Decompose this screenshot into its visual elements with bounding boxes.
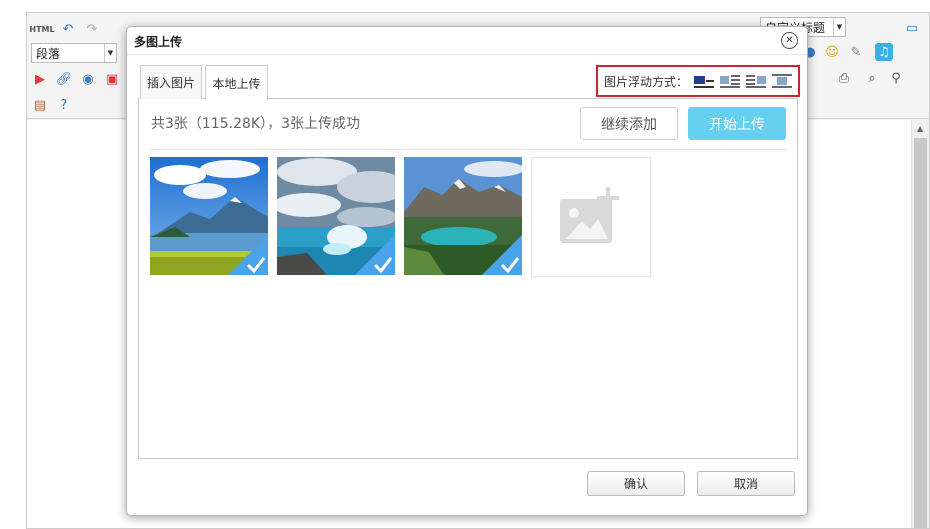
float-center-icon[interactable]	[772, 73, 793, 89]
float-label: 图片浮动方式：	[604, 74, 689, 89]
upload-success-check-icon	[228, 235, 268, 275]
chevron-down-icon: ▼	[104, 44, 116, 62]
scrollbar-thumb[interactable]	[914, 138, 927, 528]
dialog-content: 插入图片 本地上传 图片浮动方式： 共3张（115.28K），3张上传成功 继续…	[138, 65, 800, 459]
redo-icon[interactable]: ↷	[83, 20, 101, 38]
scroll-up-icon[interactable]: ▲	[917, 124, 923, 133]
video-icon[interactable]: ▶	[31, 70, 49, 88]
lake-mountain-image[interactable]	[150, 157, 268, 275]
close-icon[interactable]: ✕	[781, 32, 798, 49]
template-icon[interactable]: ▤	[31, 96, 49, 114]
html-source-icon[interactable]: HTML	[29, 20, 54, 38]
divider	[149, 149, 787, 150]
editor-scrollbar[interactable]: ▲	[911, 120, 929, 528]
cart-icon[interactable]: ▣	[103, 70, 121, 88]
glacier-lake-image[interactable]	[404, 157, 522, 275]
chevron-down-icon: ▼	[833, 18, 845, 36]
tab-insert-image[interactable]: 插入图片	[140, 65, 202, 99]
upload-status-text: 共3张（115.28K），3张上传成功	[151, 116, 360, 132]
tab-local-upload[interactable]: 本地上传	[205, 65, 268, 100]
sea-clouds-image[interactable]	[277, 157, 395, 275]
toolbar-row-4: ▤ ?	[31, 93, 73, 117]
dialog-title: 多图上传	[134, 35, 183, 49]
multi-image-upload-dialog: 多图上传 ✕ 插入图片 本地上传 图片浮动方式： 共3张（115.28K），3张…	[126, 26, 808, 516]
float-none-icon[interactable]	[694, 73, 715, 89]
toolbar-row-3: ▶ 🔗︎ ◉ ▣	[31, 67, 121, 91]
paragraph-select[interactable]: 段落 ▼	[31, 43, 117, 63]
music-play-icon[interactable]: ◉	[79, 70, 97, 88]
add-image-icon	[560, 187, 619, 243]
print-icon[interactable]: ⎙	[835, 69, 853, 87]
tab-bar: 插入图片 本地上传 图片浮动方式：	[138, 65, 800, 100]
find-replace-icon[interactable]: ⚲	[887, 69, 905, 87]
add-more-button[interactable]: 继续添加	[580, 107, 678, 140]
confirm-button[interactable]: 确认	[587, 471, 685, 496]
toolbar-row-1: HTML ↶ ↷	[29, 17, 101, 41]
help-icon[interactable]: ?	[55, 96, 73, 114]
float-right-icon[interactable]	[746, 73, 767, 89]
emoticon-icon[interactable]: ☺	[823, 43, 841, 61]
image-float-options: 图片浮动方式：	[596, 65, 800, 97]
dialog-footer: 确认 取消	[127, 467, 807, 515]
music-icon[interactable]: ♫	[875, 43, 893, 61]
preview-monitor-icon[interactable]: ▭	[903, 19, 921, 37]
toolbar-row-2: 段落 ▼	[31, 41, 117, 65]
upload-success-check-icon	[482, 235, 522, 275]
float-left-icon[interactable]	[720, 73, 741, 89]
attachment-icon[interactable]: 🔗︎	[55, 70, 73, 88]
start-upload-button[interactable]: 开始上传	[688, 107, 786, 140]
search-preview-icon[interactable]: ⌕	[863, 69, 881, 87]
local-upload-panel: 共3张（115.28K），3张上传成功 继续添加 开始上传	[138, 99, 798, 459]
upload-success-check-icon	[355, 235, 395, 275]
add-image-placeholder[interactable]	[531, 157, 651, 277]
scrawl-icon[interactable]: ✎	[847, 43, 865, 61]
cancel-button[interactable]: 取消	[697, 471, 795, 496]
undo-icon[interactable]: ↶	[59, 20, 77, 38]
dialog-header[interactable]: 多图上传 ✕	[127, 27, 807, 55]
paragraph-select-value: 段落	[36, 46, 61, 61]
